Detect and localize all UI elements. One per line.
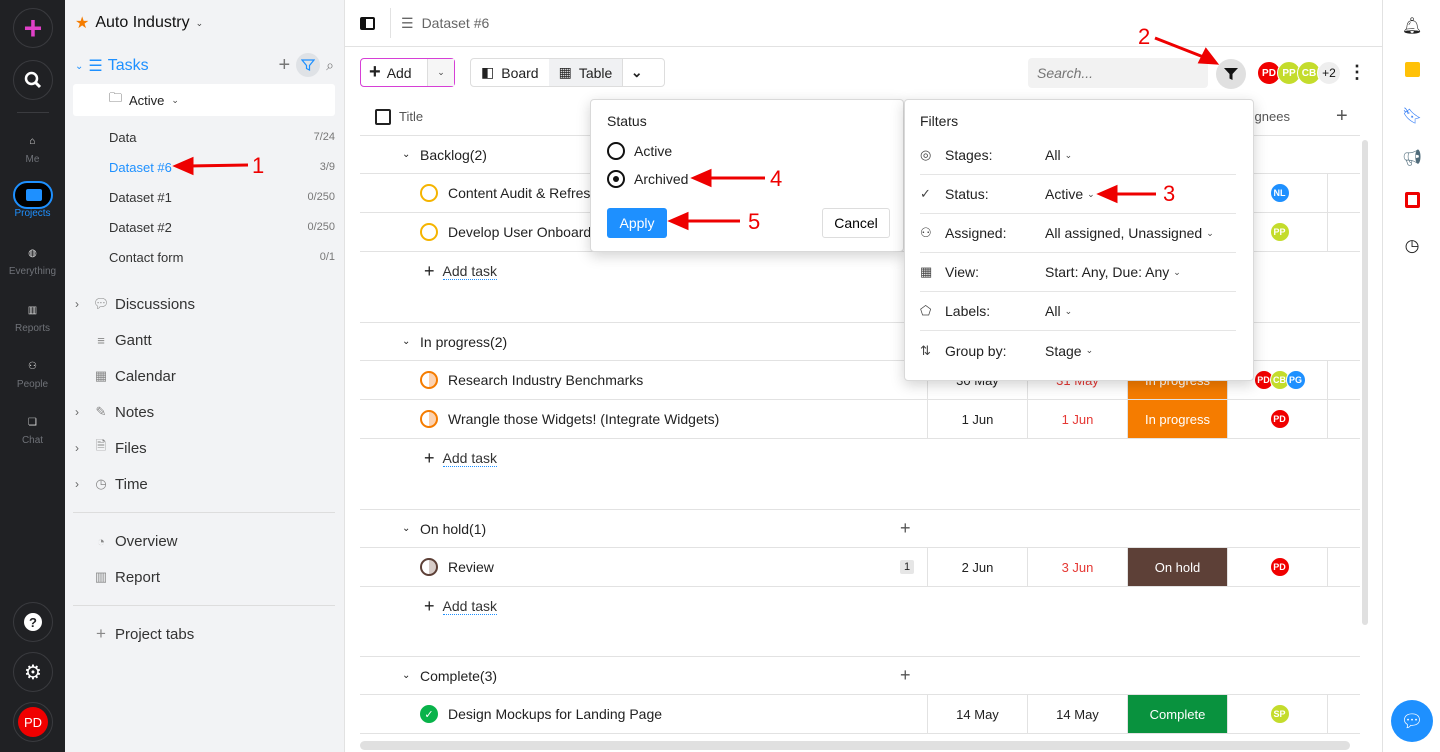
annotation-label: 1 (252, 153, 265, 178)
annotation-arrowhead-2 (1197, 47, 1220, 65)
annotation-label: 2 (1138, 24, 1151, 49)
annotation-arrow-1 (187, 163, 249, 168)
chat-bubbles-icon: 💬︎ (1400, 710, 1424, 731)
annotation-arrowhead-3 (1096, 184, 1118, 204)
annotation-label: 4 (770, 166, 783, 191)
annotation-arrowhead-4 (690, 168, 712, 188)
annotation-arrows (172, 36, 1220, 231)
annotation-label: 3 (1163, 181, 1176, 206)
annotation-arrowhead-1 (172, 156, 194, 176)
annotation-arrowhead-5 (667, 211, 689, 231)
annotation-label: 5 (748, 209, 761, 234)
annotation-arrow-2 (1154, 36, 1207, 60)
support-chat-button[interactable]: 💬︎ (1391, 700, 1433, 742)
